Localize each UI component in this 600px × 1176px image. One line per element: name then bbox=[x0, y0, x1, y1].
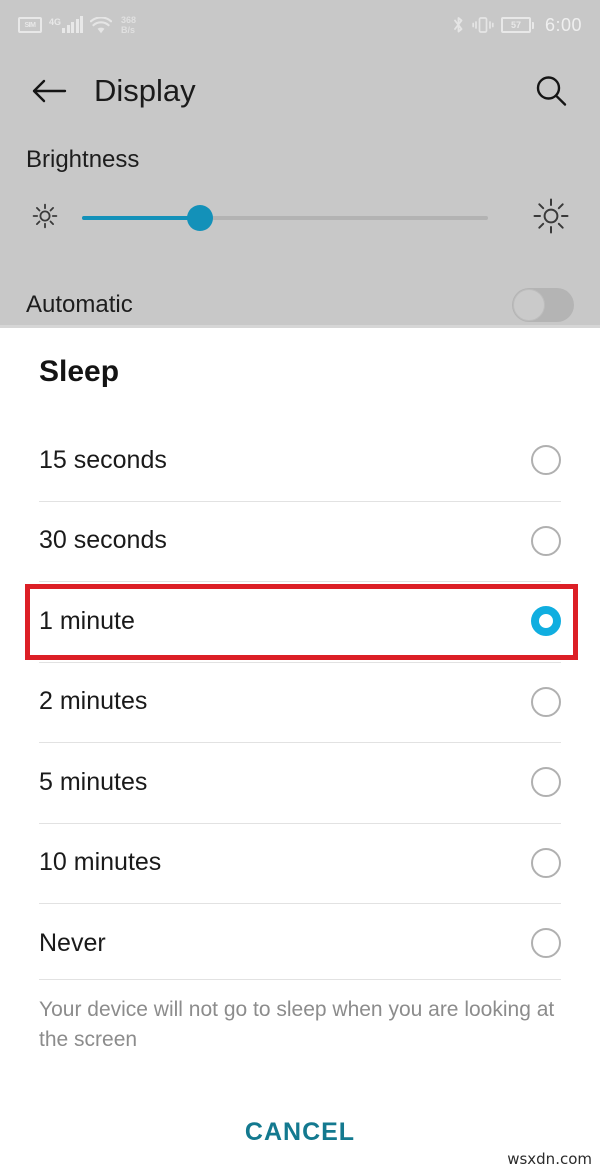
battery-icon: 57 bbox=[500, 17, 534, 33]
dialog-title: Sleep bbox=[39, 355, 120, 388]
option-row-10-minutes[interactable]: 10 minutes bbox=[0, 822, 600, 904]
data-rate-unit: B/s bbox=[121, 25, 136, 35]
sleep-options-list: 15 seconds 30 seconds 1 minute 2 minutes… bbox=[0, 420, 600, 984]
option-label: 30 seconds bbox=[39, 526, 167, 555]
signal-bars-icon bbox=[62, 16, 84, 33]
cellular-signal-group: 4G bbox=[49, 16, 84, 33]
status-bar: SIM 4G 368 B/s 57 6:00 bbox=[0, 0, 600, 50]
sim-card-icon: SIM bbox=[18, 17, 42, 33]
toggle-knob bbox=[513, 289, 545, 321]
vibrate-icon bbox=[472, 17, 494, 33]
radio-button[interactable] bbox=[531, 686, 561, 717]
status-bar-right: 57 6:00 bbox=[452, 15, 582, 36]
option-label: 15 seconds bbox=[39, 445, 167, 474]
app-bar: Display bbox=[0, 50, 600, 132]
option-row-1-minute[interactable]: 1 minute bbox=[0, 581, 600, 662]
display-settings-background: SIM 4G 368 B/s 57 6:00 Display Brightnes… bbox=[0, 0, 600, 328]
clock-label: 6:00 bbox=[544, 14, 582, 35]
battery-tip bbox=[531, 21, 534, 29]
search-button[interactable] bbox=[528, 68, 574, 114]
option-label: 5 minutes bbox=[39, 767, 148, 796]
option-label: Never bbox=[39, 928, 106, 957]
radio-button-selected[interactable] bbox=[531, 606, 561, 637]
page-title: Display bbox=[94, 73, 196, 108]
radio-button[interactable] bbox=[531, 445, 561, 476]
automatic-label: Automatic bbox=[26, 291, 133, 318]
brightness-low-icon bbox=[30, 201, 60, 236]
slider-thumb[interactable] bbox=[186, 205, 213, 231]
cancel-button[interactable]: CANCEL bbox=[0, 1118, 600, 1147]
automatic-toggle[interactable] bbox=[512, 288, 574, 322]
dialog-note: Your device will not go to sleep when yo… bbox=[39, 998, 555, 1051]
radio-button[interactable] bbox=[531, 767, 561, 798]
slider-track-fill bbox=[82, 216, 200, 220]
data-rate-value: 368 bbox=[121, 15, 137, 25]
back-arrow-icon bbox=[32, 79, 67, 103]
network-type-label: 4G bbox=[49, 17, 62, 27]
option-row-30-seconds[interactable]: 30 seconds bbox=[0, 500, 600, 582]
option-row-2-minutes[interactable]: 2 minutes bbox=[0, 661, 600, 743]
battery-level-label: 57 bbox=[500, 17, 531, 33]
phone-screen: SIM 4G 368 B/s 57 6:00 Display Brightnes… bbox=[0, 0, 600, 1176]
brightness-slider[interactable] bbox=[82, 196, 488, 240]
option-label: 2 minutes bbox=[39, 687, 148, 716]
watermark: wsxdn.com bbox=[507, 1150, 592, 1168]
brightness-section-label: Brightness bbox=[26, 146, 140, 173]
option-label: 10 minutes bbox=[39, 848, 162, 877]
sleep-dialog: Sleep 15 seconds 30 seconds 1 minute 2 m… bbox=[0, 328, 600, 1176]
option-row-5-minutes[interactable]: 5 minutes bbox=[0, 742, 600, 823]
search-icon bbox=[536, 76, 567, 106]
radio-button[interactable] bbox=[531, 847, 561, 878]
data-rate-indicator: 368 B/s bbox=[121, 15, 136, 35]
option-row-never[interactable]: Never bbox=[0, 903, 600, 984]
back-button[interactable] bbox=[26, 68, 72, 114]
option-row-15-seconds[interactable]: 15 seconds bbox=[0, 420, 600, 501]
brightness-high-icon bbox=[530, 195, 572, 242]
automatic-brightness-row[interactable]: Automatic bbox=[0, 282, 600, 328]
note-divider bbox=[39, 979, 561, 980]
radio-button[interactable] bbox=[531, 525, 561, 556]
status-bar-left: SIM 4G 368 B/s bbox=[18, 15, 136, 35]
brightness-slider-row bbox=[0, 196, 600, 240]
option-label: 1 minute bbox=[39, 606, 135, 635]
bluetooth-icon bbox=[454, 17, 463, 33]
radio-button[interactable] bbox=[531, 928, 561, 959]
wifi-icon bbox=[90, 16, 113, 33]
